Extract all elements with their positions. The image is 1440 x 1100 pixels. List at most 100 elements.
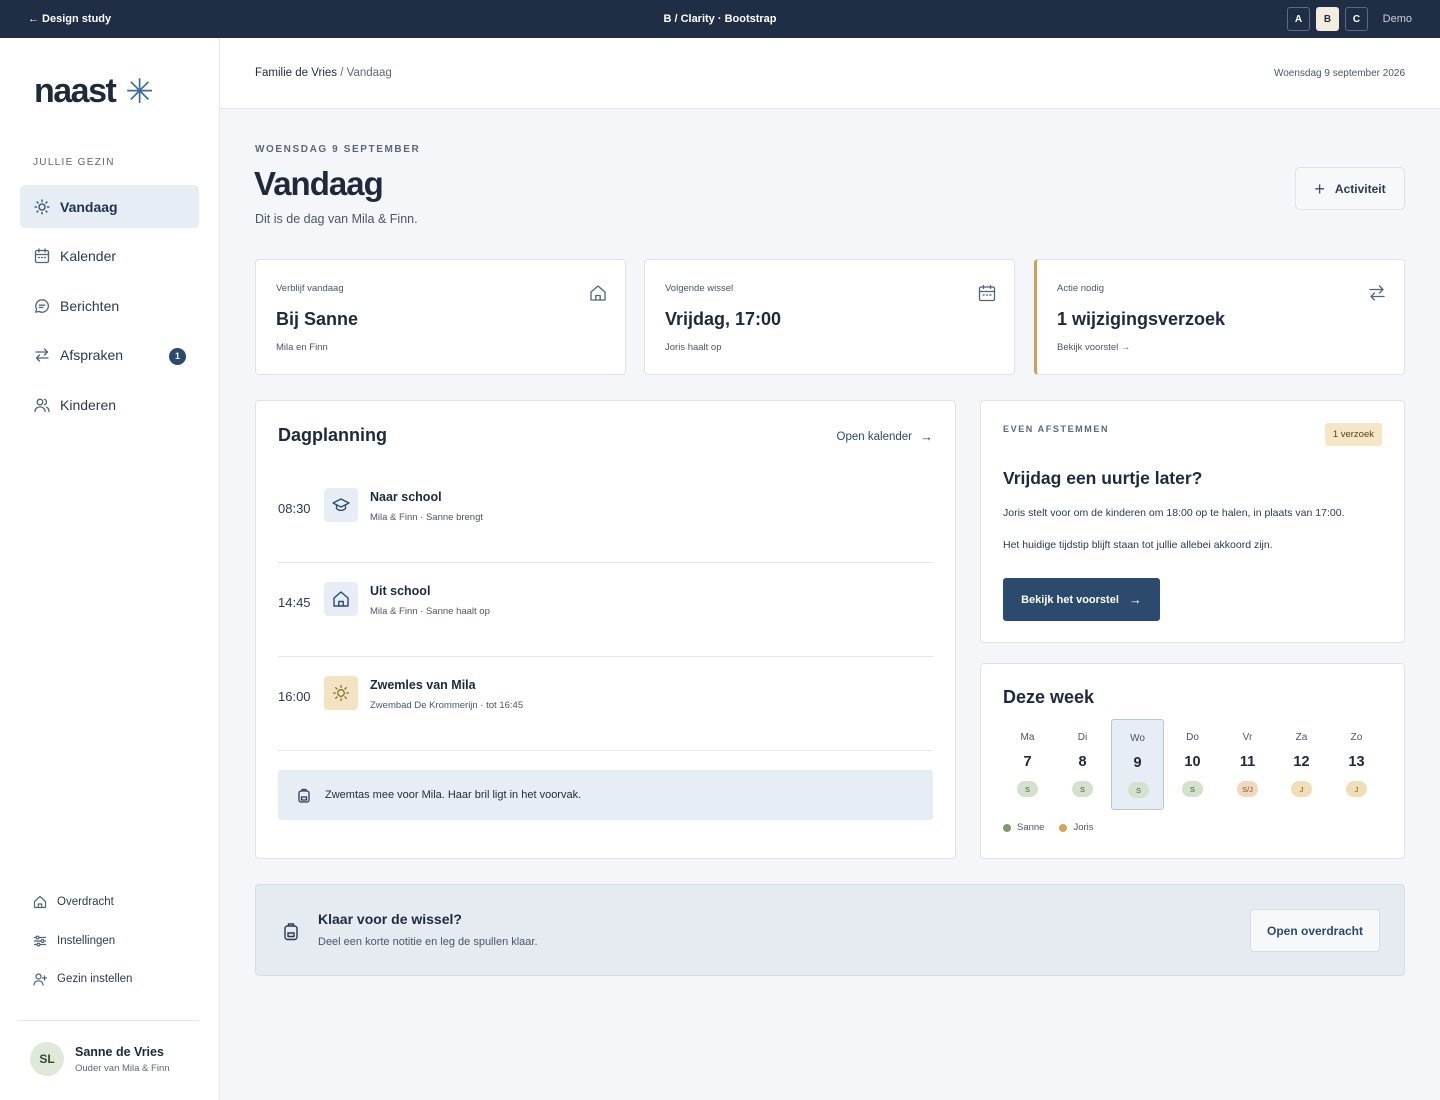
day-date: 7 xyxy=(1023,754,1032,770)
message-icon xyxy=(34,298,50,314)
breadcrumb-current: Vandaag xyxy=(346,67,392,79)
schedule-time: 08:30 xyxy=(278,501,311,516)
schedule-row[interactable]: 08:30 Naar school Mila & Finn · Sanne br… xyxy=(278,469,933,563)
day-name: Do xyxy=(1186,732,1199,743)
variant-a-button[interactable]: A xyxy=(1287,7,1310,31)
sun-icon xyxy=(324,676,358,710)
header-date: Woensdag 9 september 2026 xyxy=(1273,68,1405,79)
sidebar-item-label: Vandaag xyxy=(60,198,118,215)
open-handover-button[interactable]: Open overdracht xyxy=(1250,909,1380,952)
user-plus-icon xyxy=(33,972,47,986)
day-date: 11 xyxy=(1239,754,1256,770)
breadcrumb-parent[interactable]: Familie de Vries xyxy=(255,67,337,79)
request-note: Het huidige tijdstip blijft staan tot ju… xyxy=(1003,539,1273,551)
avatar: SL xyxy=(30,1042,64,1076)
variant-b-button[interactable]: B xyxy=(1316,7,1339,31)
stat-sub: Joris haalt op xyxy=(665,342,722,353)
add-activity-button[interactable]: + Activiteit xyxy=(1295,167,1405,210)
view-proposal-link[interactable]: Bekijk voorstel → xyxy=(1057,342,1130,353)
sidebar-item-overdracht[interactable]: Overdracht xyxy=(33,893,132,911)
sidebar-item-label: Berichten xyxy=(60,297,120,314)
stat-card-actie[interactable]: Actie nodig 1 wijzigingsverzoek Bekijk v… xyxy=(1034,259,1405,375)
day-name: Vr xyxy=(1242,732,1253,743)
variant-switcher: A B C xyxy=(1287,7,1368,31)
calendar-icon xyxy=(978,284,996,302)
variant-c-button[interactable]: C xyxy=(1345,7,1368,31)
sidebar-item-gezin-instellen[interactable]: Gezin instellen xyxy=(33,970,132,988)
stat-label: Actie nodig xyxy=(1057,283,1105,294)
home-icon xyxy=(324,582,358,616)
schedule-meta: Mila & Finn · Sanne brengt xyxy=(370,512,484,523)
calendar-icon xyxy=(34,248,50,264)
parent-tag: S/J xyxy=(1237,781,1258,797)
sidebar-item-afspraken[interactable]: Afspraken 1 xyxy=(20,334,199,377)
breadcrumb-separator: / xyxy=(337,67,347,79)
sidebar-item-vandaag[interactable]: Vandaag xyxy=(20,185,199,228)
view-proposal-button[interactable]: Bekijk het voorstel → xyxy=(1003,578,1160,621)
legend-item: Joris xyxy=(1059,822,1094,833)
open-calendar-label: Open kalender xyxy=(836,430,912,443)
day-name: Di xyxy=(1077,732,1088,743)
top-bar: ← Design study B / Clarity · Bootstrap A… xyxy=(0,0,1440,38)
main-nav: Vandaag Kalender Berichten Afspraken 1 K… xyxy=(20,185,199,433)
brand-name: naast xyxy=(34,72,117,110)
study-title: B / Clarity · Bootstrap xyxy=(663,13,777,25)
brand-logo[interactable]: naast ✳ xyxy=(34,72,154,111)
schedule-meta: Zwembad De Krommerijn · tot 16:45 xyxy=(370,700,524,711)
notification-badge: 1 xyxy=(169,347,186,365)
parent-tag: J xyxy=(1291,781,1312,797)
schedule-title: Zwemles van Mila xyxy=(370,678,476,692)
graduation-cap-icon xyxy=(324,488,358,522)
home-icon xyxy=(33,895,47,909)
sidebar: naast ✳ JULLIE GEZIN Vandaag Kalender Be… xyxy=(0,38,220,1100)
schedule-title: Naar school xyxy=(370,490,442,504)
sidebar-item-label: Kalender xyxy=(60,248,117,264)
sidebar-item-kalender[interactable]: Kalender xyxy=(20,235,199,278)
reminder-note: Zwemtas mee voor Mila. Haar bril ligt in… xyxy=(278,770,933,820)
parent-tag: J xyxy=(1346,781,1367,797)
request-card: EVEN AFSTEMMEN 1 verzoek Vrijdag een uur… xyxy=(980,400,1405,643)
day-cell[interactable]: Di 8 S xyxy=(1056,719,1109,810)
sidebar-section-label: JULLIE GEZIN xyxy=(33,157,115,168)
asterisk-icon: ✳ xyxy=(125,72,154,111)
sidebar-item-instellingen[interactable]: Instellingen xyxy=(33,932,132,950)
day-cell[interactable]: Zo 13 J xyxy=(1330,719,1383,810)
day-cell[interactable]: Za 12 J xyxy=(1275,719,1328,810)
user-name: Sanne de Vries xyxy=(75,1044,164,1059)
stat-label: Volgende wissel xyxy=(665,283,734,294)
sidebar-item-label: Kinderen xyxy=(60,396,117,413)
parent-tag: S xyxy=(1017,781,1038,797)
legend-dot xyxy=(1059,823,1068,832)
stat-value: Bij Sanne xyxy=(276,309,359,329)
parent-tag: S xyxy=(1182,781,1203,797)
day-name: Zo xyxy=(1350,732,1363,743)
user-role: Ouder van Mila & Finn xyxy=(75,1062,170,1074)
arrow-right-icon: → xyxy=(920,429,933,444)
schedule-row[interactable]: 14:45 Uit school Mila & Finn · Sanne haa… xyxy=(278,563,933,657)
user-profile[interactable]: SL Sanne de Vries Ouder van Mila & Finn xyxy=(30,1042,170,1076)
day-cell[interactable]: Do 10 S xyxy=(1166,719,1219,810)
day-date: 13 xyxy=(1348,754,1365,770)
week-days: Ma 7 S Di 8 S Wo 9 S Do 10 S Vr 11 S/J Z… xyxy=(1001,719,1385,810)
view-proposal-label: Bekijk het voorstel xyxy=(1021,593,1119,606)
day-date: 12 xyxy=(1293,754,1310,770)
request-title: Vrijdag een uurtje later? xyxy=(1003,468,1203,488)
week-card: Deze week Ma 7 S Di 8 S Wo 9 S Do 10 S V… xyxy=(980,663,1405,859)
stat-value: Vrijdag, 17:00 xyxy=(665,309,782,329)
sidebar-item-kinderen[interactable]: Kinderen xyxy=(20,383,199,426)
day-cell[interactable]: Ma 7 S xyxy=(1001,719,1054,810)
schedule-row[interactable]: 16:00 Zwemles van Mila Zwembad De Kromme… xyxy=(278,657,933,751)
page-subtitle: Dit is de dag van Mila & Finn. xyxy=(255,212,418,226)
day-name: Za xyxy=(1295,732,1308,743)
legend-label: Joris xyxy=(1073,822,1094,833)
day-cell[interactable]: Vr 11 S/J xyxy=(1221,719,1274,810)
status-badge: 1 verzoek xyxy=(1324,423,1382,446)
day-cell-today[interactable]: Wo 9 S xyxy=(1111,719,1164,810)
sidebar-item-berichten[interactable]: Berichten xyxy=(20,284,199,327)
parent-tag: S xyxy=(1128,782,1149,798)
add-activity-label: Activiteit xyxy=(1334,181,1386,196)
demo-label[interactable]: Demo xyxy=(1383,13,1412,25)
stat-label: Verblijf vandaag xyxy=(276,283,344,294)
schedule-time: 16:00 xyxy=(278,689,311,704)
open-calendar-link[interactable]: Open kalender → xyxy=(837,429,933,444)
